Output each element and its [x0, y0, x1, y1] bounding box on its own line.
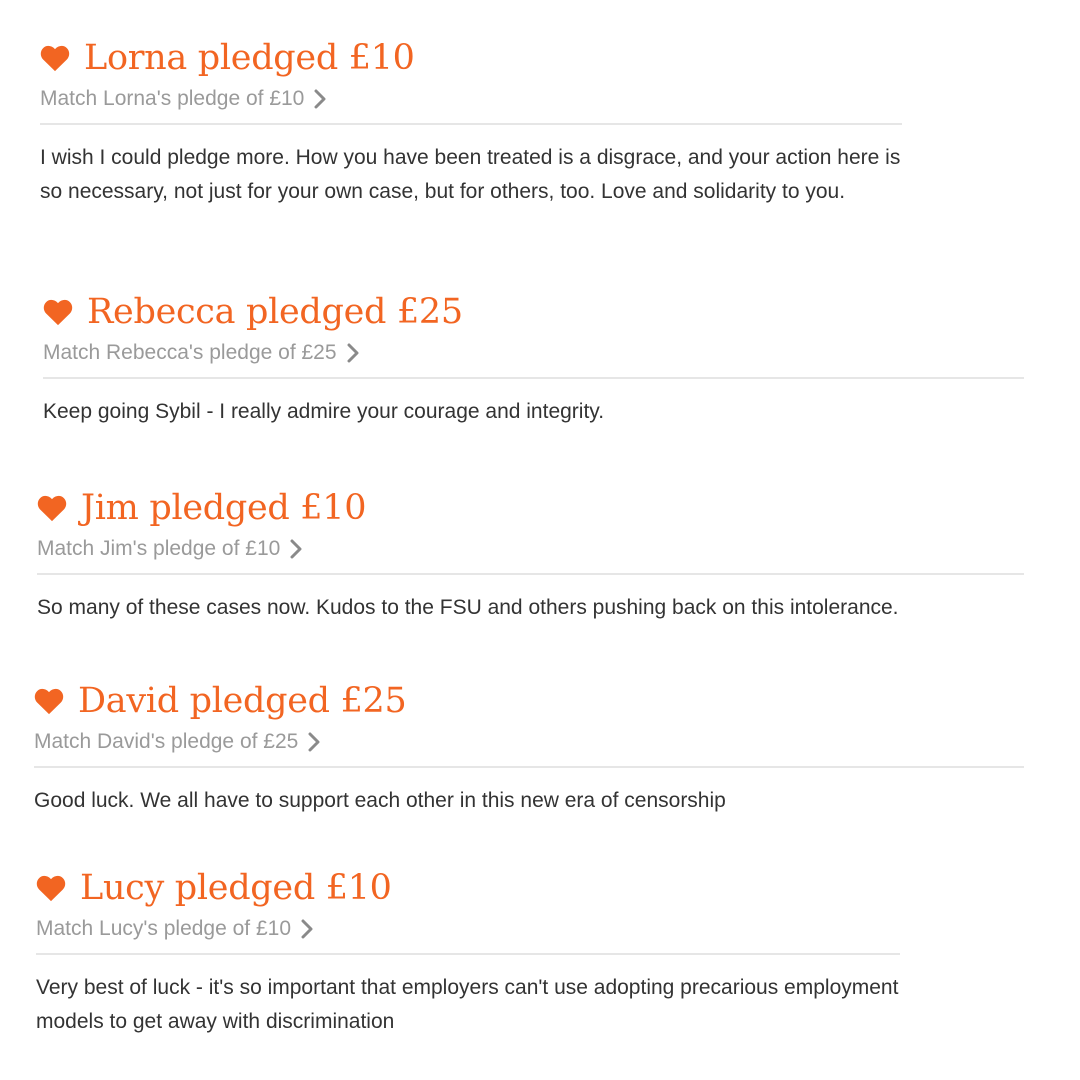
pledge-header: Lucy pledged £10	[36, 866, 900, 910]
chevron-right-icon[interactable]	[289, 539, 303, 559]
chevron-right-icon[interactable]	[300, 919, 314, 939]
divider	[40, 123, 902, 125]
pledge-comment: Very best of luck - it's so important th…	[36, 976, 899, 1033]
pledge-title: David pledged £25	[78, 681, 407, 721]
match-pledge-link[interactable]: Match Jim's pledge of £10	[37, 534, 1024, 564]
divider	[36, 953, 900, 955]
heart-icon	[36, 874, 66, 902]
pledge-title: Rebecca pledged £25	[87, 292, 463, 332]
match-pledge-link[interactable]: Match Rebecca's pledge of £25	[43, 338, 1024, 368]
pledge-header: Rebecca pledged £25	[43, 290, 1024, 334]
pledge-comment: Good luck. We all have to support each o…	[34, 789, 726, 812]
pledge-comment: Keep going Sybil - I really admire your …	[43, 400, 605, 423]
pledge-title: Jim pledged £10	[81, 488, 367, 528]
match-pledge-link[interactable]: Match David's pledge of £25	[34, 727, 1024, 757]
heart-icon	[34, 687, 64, 715]
heart-icon	[40, 44, 70, 72]
pledge-header: Jim pledged £10	[37, 486, 1024, 530]
match-pledge-label[interactable]: Match David's pledge of £25	[34, 730, 298, 754]
match-pledge-label[interactable]: Match Jim's pledge of £10	[37, 537, 280, 561]
chevron-right-icon[interactable]	[307, 732, 321, 752]
pledge-card: Lucy pledged £10 Match Lucy's pledge of …	[36, 866, 900, 1039]
divider	[37, 573, 1024, 575]
pledge-card: Rebecca pledged £25 Match Rebecca's pled…	[43, 290, 1024, 429]
heart-icon	[43, 298, 73, 326]
match-pledge-link[interactable]: Match Lorna's pledge of £10	[40, 84, 902, 114]
heart-icon	[37, 494, 67, 522]
chevron-right-icon[interactable]	[346, 343, 360, 363]
pledge-comment: I wish I could pledge more. How you have…	[40, 146, 901, 203]
pledge-title: Lucy pledged £10	[80, 868, 392, 908]
pledge-header: David pledged £25	[34, 679, 1024, 723]
pledge-title: Lorna pledged £10	[84, 38, 415, 78]
match-pledge-label[interactable]: Match Lucy's pledge of £10	[36, 917, 291, 941]
chevron-right-icon[interactable]	[313, 89, 327, 109]
match-pledge-link[interactable]: Match Lucy's pledge of £10	[36, 914, 900, 944]
pledge-card: Jim pledged £10 Match Jim's pledge of £1…	[37, 486, 1024, 625]
match-pledge-label[interactable]: Match Rebecca's pledge of £25	[43, 341, 337, 365]
pledge-header: Lorna pledged £10	[40, 36, 902, 80]
pledge-comment: So many of these cases now. Kudos to the…	[37, 596, 899, 619]
pledge-card: David pledged £25 Match David's pledge o…	[34, 679, 1024, 818]
match-pledge-label[interactable]: Match Lorna's pledge of £10	[40, 87, 304, 111]
divider	[43, 377, 1024, 379]
pledge-card: Lorna pledged £10 Match Lorna's pledge o…	[40, 36, 902, 209]
divider	[34, 766, 1024, 768]
